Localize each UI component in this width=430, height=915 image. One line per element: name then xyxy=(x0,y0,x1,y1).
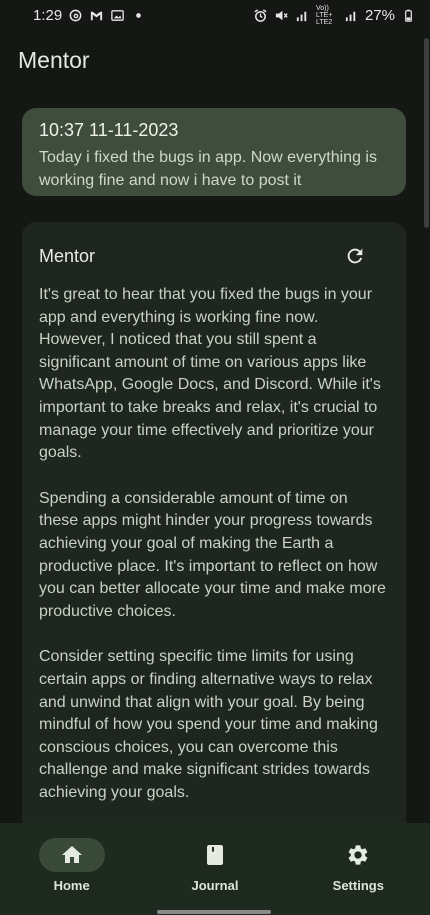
status-left: 1:29 xyxy=(33,7,146,24)
mentor-title: Mentor xyxy=(39,245,96,266)
mentor-paragraph: It's great to hear that you fixed the bu… xyxy=(39,286,381,462)
mentor-header: Mentor xyxy=(39,242,389,270)
alarm-icon xyxy=(253,8,268,23)
nav-icon-wrap xyxy=(182,838,248,872)
entry-timestamp: 10:37 11-11-2023 xyxy=(39,120,179,140)
home-indicator[interactable] xyxy=(157,910,271,914)
battery-percent: 27% xyxy=(364,6,395,24)
nav-label-journal: Journal xyxy=(191,878,239,893)
journal-entry-card[interactable]: 10:37 11-11-2023 Today i fixed the bugs … xyxy=(22,108,406,196)
page-title: Mentor xyxy=(18,46,90,73)
nav-label-home: Home xyxy=(53,878,90,893)
app-bar: Mentor xyxy=(0,38,430,82)
signal2-icon xyxy=(344,8,359,23)
status-time: 1:29 xyxy=(33,6,63,24)
refresh-icon xyxy=(347,248,363,264)
settings-icon xyxy=(348,845,368,865)
nav-item-settings[interactable]: Settings xyxy=(303,838,413,915)
mentor-paragraph: Spending a considerable amount of time o… xyxy=(39,489,386,620)
status-bar: 1:29 Vo)) LTE+ LTE2 27% xyxy=(0,0,430,30)
nav-item-home[interactable]: Home xyxy=(17,838,127,915)
threads-icon xyxy=(68,8,83,23)
mute-icon xyxy=(274,8,289,23)
battery-icon xyxy=(401,8,416,23)
refresh-button[interactable] xyxy=(341,242,369,270)
nav-active-pill xyxy=(38,838,105,872)
bottom-nav: Home Journal Settings xyxy=(0,823,430,915)
nav-icon-wrap xyxy=(325,838,391,872)
journal-icon xyxy=(206,845,223,865)
signal-icon xyxy=(295,8,310,23)
nav-item-journal[interactable]: Journal xyxy=(160,838,270,915)
status-right: Vo)) LTE+ LTE2 27% xyxy=(253,5,416,26)
scrollbar[interactable] xyxy=(424,38,429,228)
nav-label-settings: Settings xyxy=(332,878,384,893)
mentor-paragraph: Consider setting specific time limits fo… xyxy=(39,648,378,801)
home-icon xyxy=(61,846,82,863)
mentor-response-card: Mentor It's great to hear that you fixed… xyxy=(22,222,406,842)
photo-icon xyxy=(110,8,125,23)
gmail-icon xyxy=(89,8,104,23)
dot-icon xyxy=(131,8,146,23)
network-label: Vo)) LTE+ LTE2 xyxy=(315,4,333,26)
entry-text: Today i fixed the bugs in app. Now every… xyxy=(39,149,377,189)
